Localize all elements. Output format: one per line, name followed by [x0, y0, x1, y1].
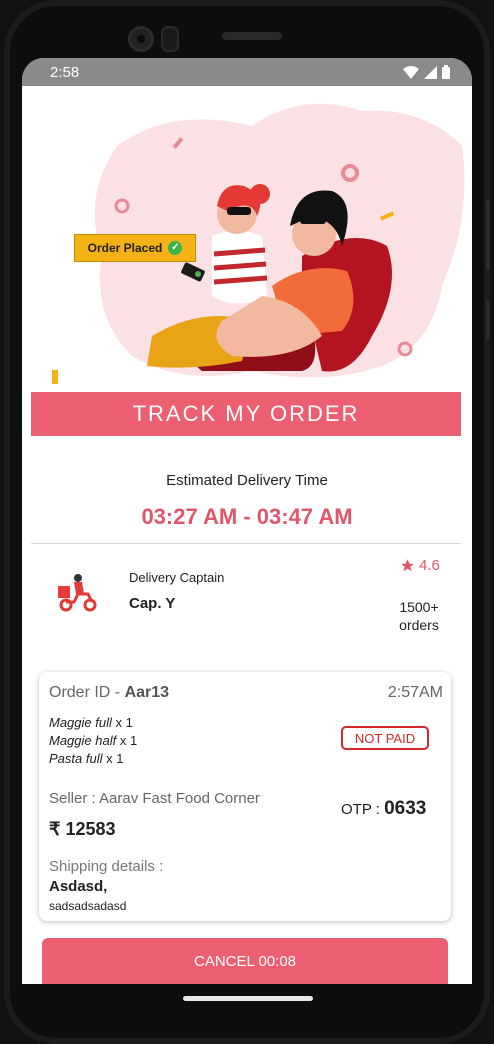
delivery-scooter-icon [58, 574, 97, 612]
track-order-title: TRACK MY ORDER [132, 401, 360, 426]
star-icon [401, 559, 414, 572]
captain-name: Cap. Y [129, 595, 176, 612]
captain-rating: 4.6 [400, 557, 440, 574]
shipping-address: sadsadsadasd [49, 899, 127, 913]
item-name: Maggie half [49, 733, 117, 748]
captain-role-label: Delivery Captain [129, 570, 225, 585]
order-placed-label: Order Placed [87, 241, 163, 255]
otp-label: OTP : [341, 801, 385, 818]
power-button [486, 300, 490, 340]
item-qty: x 1 [116, 733, 138, 748]
item-qty: x 1 [106, 751, 124, 766]
estimated-delivery-window: 03:27 AM - 03:47 AM [141, 504, 353, 529]
list-item: Maggie half x 1 [49, 732, 137, 750]
status-bar: 2:58 [22, 58, 472, 86]
payment-status-badge: NOT PAID [341, 726, 429, 750]
otp-value: 0633 [384, 798, 427, 819]
signal-icon [424, 65, 437, 79]
item-name: Maggie full [49, 715, 112, 730]
estimated-delivery-label: Estimated Delivery Time [166, 472, 328, 489]
volume-button [486, 200, 490, 270]
otp: OTP : 0633 [341, 798, 426, 820]
track-order-banner: TRACK MY ORDER [31, 392, 461, 436]
item-name: Pasta full [49, 751, 107, 766]
captain-orders-count: 1500+ orders [384, 598, 454, 634]
rating-value: 4.6 [419, 557, 440, 574]
status-icons [403, 65, 450, 79]
orders-count-label: orders [399, 617, 439, 633]
section-divider [31, 543, 461, 544]
shipping-details-label: Shipping details : [49, 858, 164, 875]
order-items-list: Maggie full x 1 Maggie half x 1 Pasta fu… [49, 714, 137, 768]
status-time: 2:58 [50, 63, 80, 81]
order-details-card: Order ID - Aar13 2:57AM Maggie full x 1 … [39, 672, 451, 921]
wifi-icon [403, 65, 419, 79]
item-qty: x 1 [111, 715, 133, 730]
order-placed-badge: Order Placed ✓ [74, 234, 196, 262]
home-gesture-bar[interactable] [183, 996, 313, 1001]
list-item: Maggie full x 1 [49, 714, 137, 732]
app-screen: 2:58 Order Placed ✓ TRACK MY ORDER Estim… [22, 58, 472, 984]
order-id-value: Aar13 [124, 684, 170, 701]
battery-icon [442, 65, 450, 79]
order-total: ₹ 12583 [49, 819, 116, 839]
list-item: Pasta full x 1 [49, 750, 137, 768]
front-camera [128, 26, 154, 52]
order-time: 2:57AM [387, 684, 443, 701]
orders-count-value: 1500+ [399, 599, 439, 615]
order-id: Order ID - Aar13 [49, 684, 169, 702]
order-illustration: Order Placed ✓ [22, 86, 472, 386]
order-id-label: Order ID - [49, 684, 125, 701]
shipping-name: Asdasd, [49, 878, 108, 895]
earpiece-speaker [222, 32, 282, 40]
proximity-sensor [161, 26, 179, 52]
cancel-order-button[interactable]: CANCEL 00:08 [42, 938, 448, 984]
check-icon: ✓ [168, 241, 183, 255]
seller-name: Seller : Aarav Fast Food Corner [49, 790, 260, 807]
